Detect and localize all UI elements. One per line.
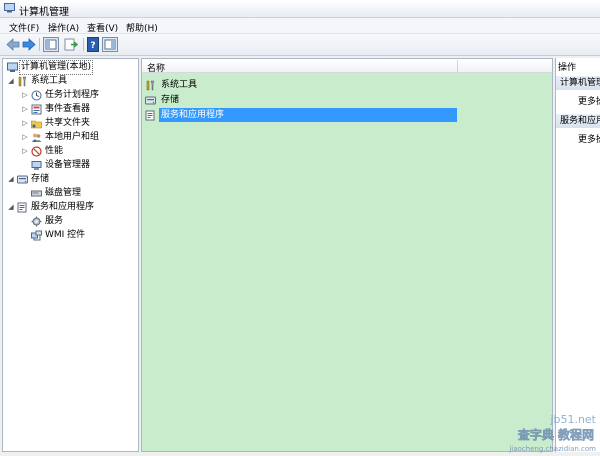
no-expander	[21, 159, 29, 172]
back-arrow-icon[interactable]	[6, 37, 20, 52]
collapsed-triangle-icon[interactable]: ▷	[21, 145, 29, 158]
services-icon	[31, 216, 42, 227]
list-item-label: 存储	[161, 95, 180, 105]
performance-icon	[31, 146, 42, 157]
show-hide-tree-icon[interactable]	[43, 37, 59, 52]
shared-folder-icon	[31, 120, 42, 129]
services-apps-icon	[145, 110, 155, 121]
storage-icon	[145, 96, 156, 105]
tree-item-label: 服务和应用程序	[31, 202, 95, 212]
svg-text:?: ?	[90, 41, 95, 51]
list-item[interactable]: 系统工具	[145, 78, 457, 92]
results-list: 名称 系统工具存储服务和应用程序	[141, 58, 553, 452]
expanded-triangle-icon[interactable]: ◢	[7, 75, 15, 88]
watermark-site: jb51.net	[549, 413, 596, 426]
no-expander	[21, 187, 29, 200]
actions-section-services-apps[interactable]: 服务和应用程序	[556, 114, 600, 128]
collapsed-triangle-icon[interactable]: ▷	[21, 89, 29, 102]
tree-item-label: 共享文件夹	[45, 118, 91, 128]
tools-icon	[146, 80, 155, 91]
help-icon[interactable]: ?	[87, 37, 99, 52]
tree-item-label: 磁盘管理	[45, 188, 82, 198]
tree-item-label: WMI 控件	[45, 230, 86, 240]
toolbar-separator	[83, 38, 84, 51]
actions-section-computer-management[interactable]: 计算机管理	[556, 76, 600, 90]
tree-item-label: 设备管理器	[45, 160, 91, 170]
tree-item-label: 服务	[45, 216, 64, 226]
list-item-label: 服务和应用程序	[159, 108, 457, 122]
tools-icon	[18, 76, 27, 87]
list-item-label: 系统工具	[161, 80, 198, 90]
tree-item-label: 本地用户和组	[45, 132, 100, 142]
tree-item-label: 事件查看器	[45, 104, 91, 114]
toolbar-separator	[39, 38, 40, 51]
watermark-url: jiaocheng.chazidian.com	[508, 445, 596, 453]
console-tree: 计算机管理(本地) ◢ 系统工具 ▷ 任务计划程序 ▷ 事件查看器 ▷ 共享文件夹 ▷ 本地用户和…	[2, 58, 139, 452]
storage-icon	[17, 175, 28, 184]
tree-item-label: 性能	[45, 146, 64, 156]
device-manager-icon	[31, 161, 42, 170]
clock-icon	[31, 90, 42, 101]
watermark-logo: jb51.net 查字典 教程网 jiaocheng.chazidian.com	[508, 413, 596, 453]
event-viewer-icon	[31, 104, 42, 115]
collapsed-triangle-icon[interactable]: ▷	[21, 103, 29, 116]
column-divider[interactable]	[457, 60, 458, 72]
actions-pane: 操作 计算机管理 更多操作 服务和应用程序 更多操作	[555, 58, 600, 452]
no-expander	[21, 215, 29, 228]
toolbar: ?	[0, 34, 600, 56]
disk-icon	[31, 190, 42, 197]
tree-item-label: 存储	[31, 174, 50, 184]
expanded-triangle-icon[interactable]: ◢	[7, 201, 15, 214]
column-name-label: 名称	[147, 64, 166, 74]
forward-arrow-icon[interactable]	[22, 37, 36, 52]
wmi-icon	[31, 230, 42, 241]
list-item[interactable]: 存储	[145, 93, 457, 107]
services-apps-icon	[17, 202, 27, 213]
list-item[interactable]: 服务和应用程序	[145, 108, 457, 122]
computer-management-icon	[4, 3, 15, 13]
menu-bar: 文件(F) 操作(A) 查看(V) 帮助(H)	[0, 18, 600, 34]
menu-view[interactable]: 查看(V)	[87, 21, 118, 34]
export-list-icon[interactable]	[64, 37, 79, 52]
more-actions-link[interactable]: 更多操作	[578, 132, 600, 145]
expanded-triangle-icon[interactable]: ◢	[7, 173, 15, 186]
collapsed-triangle-icon[interactable]: ▷	[21, 117, 29, 130]
collapsed-triangle-icon[interactable]: ▷	[21, 131, 29, 144]
column-header-name[interactable]: 名称	[142, 59, 552, 74]
tree-item-label: 系统工具	[31, 76, 68, 86]
menu-action[interactable]: 操作(A)	[48, 21, 79, 34]
actions-title: 操作	[558, 63, 577, 73]
more-actions-link[interactable]: 更多操作	[578, 94, 600, 107]
watermark-brand: 查字典 教程网	[517, 427, 594, 442]
no-expander	[21, 229, 29, 242]
menu-file[interactable]: 文件(F)	[9, 21, 39, 34]
menu-help[interactable]: 帮助(H)	[126, 21, 158, 34]
tree-root-label: 计算机管理(本地)	[18, 60, 94, 75]
users-icon	[32, 133, 42, 142]
computer-management-icon	[7, 62, 18, 72]
window-title: 计算机管理	[19, 7, 69, 18]
tree-item-label: 任务计划程序	[45, 90, 100, 100]
properties-pane-icon[interactable]	[102, 37, 118, 52]
title-bar: 计算机管理	[0, 0, 600, 18]
